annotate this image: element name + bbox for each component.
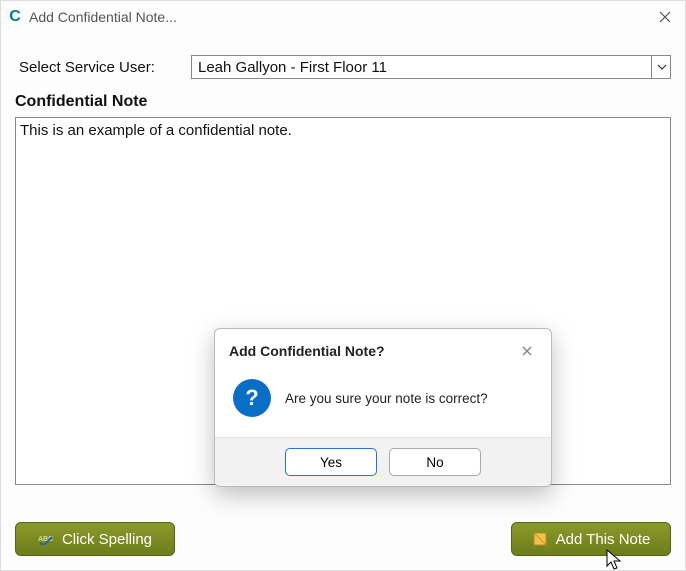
add-note-icon [532, 531, 548, 547]
app-icon: C [7, 9, 23, 25]
dialog-header: Add Confidential Note? [215, 329, 551, 365]
dialog-title: Add Confidential Note? [229, 343, 517, 359]
button-row: ABC Click Spelling Add This Note [15, 522, 671, 556]
window-title: Add Confidential Note... [29, 9, 651, 25]
close-icon [521, 345, 533, 357]
confirm-dialog: Add Confidential Note? ? Are you sure yo… [214, 328, 552, 487]
question-icon: ? [233, 379, 271, 417]
dialog-footer: Yes No [215, 437, 551, 486]
dialog-message: Are you sure your note is correct? [285, 391, 488, 406]
dialog-close-button[interactable] [517, 341, 537, 361]
dropdown-caret[interactable] [651, 55, 671, 79]
spelling-button-label: Click Spelling [62, 531, 152, 548]
service-user-row: Select Service User: Leah Gallyon - Firs… [15, 55, 671, 79]
chevron-down-icon [657, 64, 667, 70]
window-titlebar: C Add Confidential Note... [1, 1, 685, 33]
click-spelling-button[interactable]: ABC Click Spelling [15, 522, 175, 556]
add-note-button-label: Add This Note [556, 531, 651, 548]
dialog-yes-button[interactable]: Yes [285, 448, 377, 476]
dialog-no-button[interactable]: No [389, 448, 481, 476]
add-this-note-button[interactable]: Add This Note [511, 522, 671, 556]
service-user-select[interactable]: Leah Gallyon - First Floor 11 [191, 55, 671, 79]
note-section-heading: Confidential Note [15, 93, 671, 111]
window-close-button[interactable] [651, 3, 679, 31]
dialog-body: ? Are you sure your note is correct? [215, 365, 551, 437]
spellcheck-icon: ABC [38, 531, 54, 547]
service-user-value: Leah Gallyon - First Floor 11 [191, 55, 671, 79]
close-icon [659, 11, 671, 23]
service-user-label: Select Service User: [15, 59, 191, 76]
